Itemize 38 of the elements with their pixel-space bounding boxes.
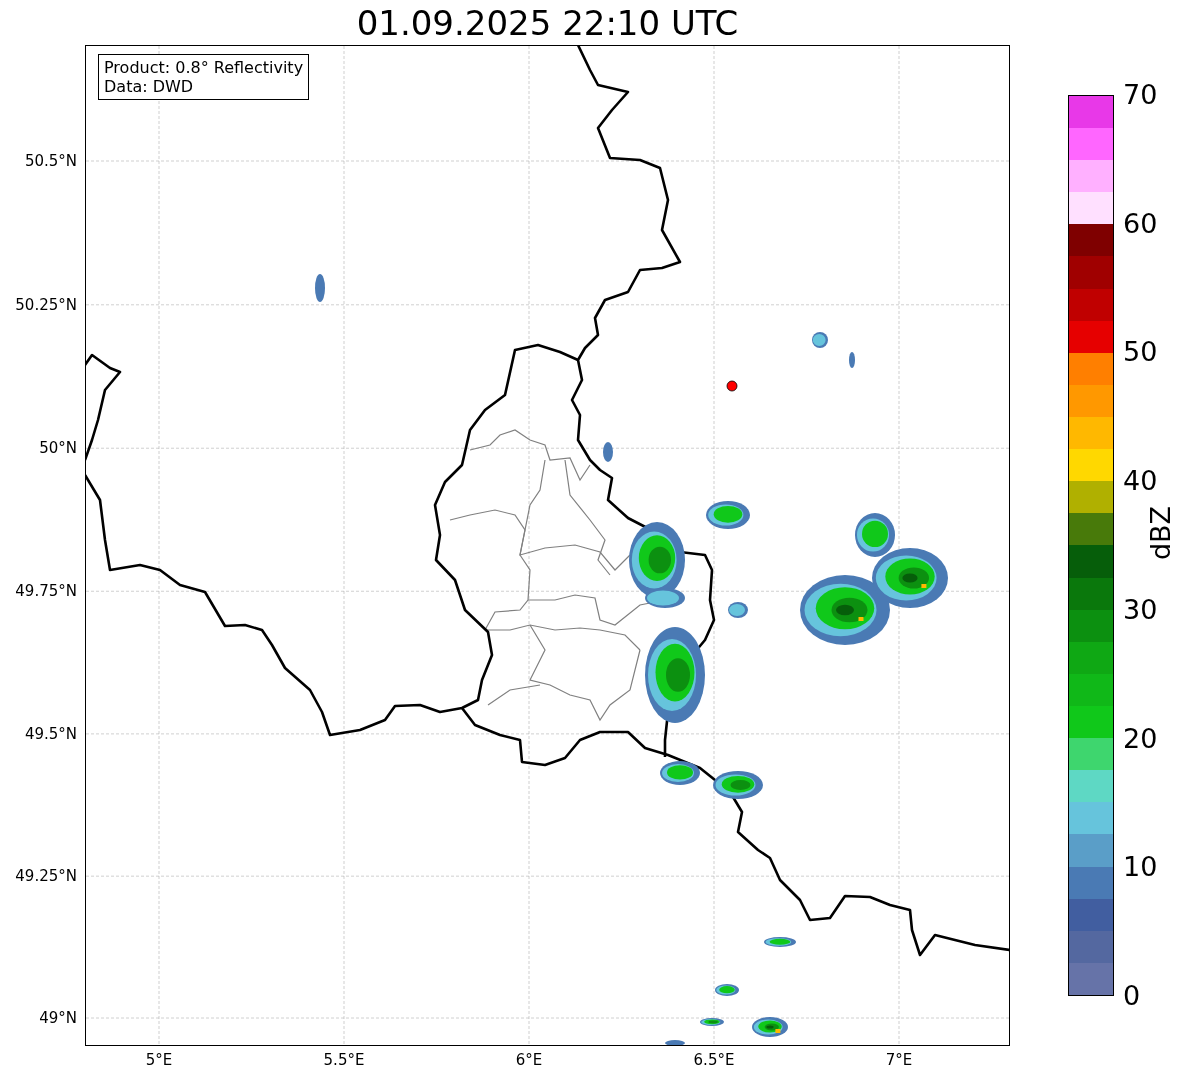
colorbar-tick-label: 70	[1123, 80, 1158, 110]
info-text: Data: DWD	[104, 77, 195, 96]
radar-echo	[700, 1018, 724, 1026]
latitude-label: 50°N	[39, 439, 77, 458]
radar-echo	[812, 332, 828, 348]
colorbar-tick-label: 0	[1123, 981, 1141, 1011]
radar-echo	[706, 501, 750, 529]
radar-echo	[713, 771, 763, 799]
colorbar-tick-label: 30	[1123, 594, 1158, 625]
longitude-label: 7°E	[885, 1051, 913, 1069]
colorbar-tick-label: 10	[1123, 852, 1158, 883]
colorbar-tick-label: 50	[1123, 337, 1158, 368]
latitude-label: 49.75°N	[15, 582, 77, 601]
colorbar-tick-label: 40	[1123, 466, 1158, 497]
radar-echo	[764, 937, 796, 947]
colorbar-tick-label: 60	[1123, 208, 1158, 239]
radar-echo	[660, 761, 700, 785]
longitude-label: 5.5°E	[323, 1051, 365, 1069]
radar-echo	[315, 274, 325, 302]
radar-echo	[849, 352, 855, 368]
radar-echo	[728, 602, 748, 618]
info-text: Product: 0.8° Reflectivity	[104, 58, 304, 77]
latitude-label: 49.25°N	[15, 867, 77, 886]
radar-site-marker	[726, 380, 738, 392]
colorbar-tick-label: 20	[1123, 723, 1158, 754]
longitude-label: 5°E	[145, 1051, 173, 1069]
colorbar-label: dBZ	[1144, 505, 1176, 561]
longitude-label: 6.5°E	[693, 1051, 735, 1069]
radar-echo	[715, 984, 739, 996]
chart-title: 01.09.2025 22:10 UTC	[356, 3, 739, 43]
longitude-label: 6°E	[515, 1051, 543, 1069]
latitude-label: 50.5°N	[24, 152, 77, 170]
latitude-label: 50.25°N	[15, 295, 77, 314]
radar-echo	[603, 442, 613, 462]
latitude-label: 49.5°N	[24, 724, 77, 743]
radar-echo	[752, 1017, 788, 1037]
latitude-label: 49°N	[39, 1009, 77, 1027]
radar-echo	[665, 1040, 685, 1045]
